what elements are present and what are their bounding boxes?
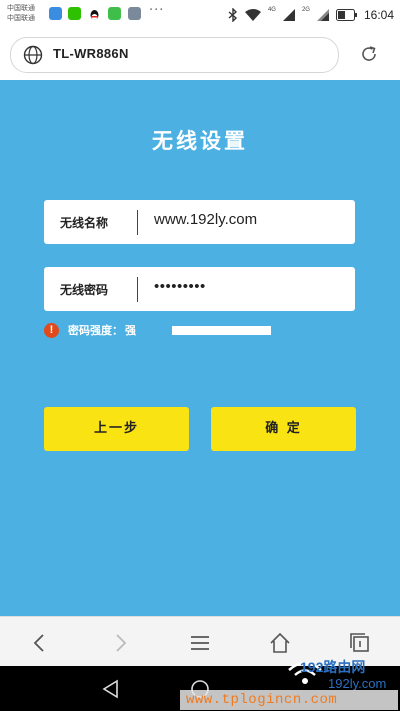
signal-icon-1 xyxy=(282,9,295,21)
warning-icon: ! xyxy=(44,322,59,338)
settings-panel xyxy=(0,80,400,616)
address-bar[interactable]: TL-WR886N xyxy=(10,37,339,73)
notification-app-icon-2 xyxy=(108,7,121,20)
prev-step-button[interactable]: 上一步 xyxy=(44,407,189,451)
more-notifications-icon: ··· xyxy=(149,3,165,18)
watermark-url: www.tplogincn.com xyxy=(186,692,338,708)
network-type-2: 2G xyxy=(301,7,310,13)
signal-icon-2 xyxy=(316,9,329,21)
url-text: TL-WR886N xyxy=(53,46,129,61)
carrier-label: 中国联通 中国联通 xyxy=(7,3,35,23)
carrier-line-1: 中国联通 xyxy=(7,4,35,12)
notification-app-icon xyxy=(49,7,62,20)
ssid-input[interactable] xyxy=(154,211,344,228)
page-title: 无线设置 xyxy=(152,128,248,153)
strength-bar xyxy=(172,326,271,335)
strength-value: 强 xyxy=(125,324,136,337)
reload-icon[interactable] xyxy=(359,44,379,64)
confirm-button[interactable]: 确 定 xyxy=(211,407,356,451)
carrier-line-2: 中国联通 xyxy=(7,14,35,22)
status-bar: 中国联通 中国联通 ··· 4G 2G 16:04 xyxy=(0,0,400,30)
wechat-icon xyxy=(68,7,81,20)
wifi-icon xyxy=(244,9,261,21)
password-strength: ! 密码强度： 强 xyxy=(44,321,136,339)
ssid-label: 无线名称 xyxy=(60,216,109,230)
clock: 16:04 xyxy=(363,8,394,22)
forward-icon[interactable] xyxy=(108,631,132,655)
system-icons: 4G 2G 16:04 xyxy=(228,0,394,30)
gallery-icon xyxy=(128,7,141,20)
system-back-icon[interactable] xyxy=(100,678,122,700)
qq-icon xyxy=(88,7,101,20)
strength-label: 密码强度： xyxy=(68,324,123,337)
password-field: 无线密码 xyxy=(44,267,355,311)
bluetooth-icon xyxy=(228,8,237,22)
home-icon[interactable] xyxy=(268,631,292,655)
watermark-brand: 192路由网 xyxy=(300,659,366,675)
field-divider xyxy=(137,277,138,302)
menu-icon[interactable] xyxy=(188,631,212,655)
password-label: 无线密码 xyxy=(60,283,109,297)
tabs-icon[interactable] xyxy=(348,631,372,655)
network-type-1: 4G xyxy=(267,7,276,13)
ssid-field: 无线名称 xyxy=(44,200,355,244)
globe-icon xyxy=(23,45,43,65)
battery-icon xyxy=(335,9,357,21)
password-input[interactable] xyxy=(154,278,344,295)
watermark-brand-small: 192ly.com xyxy=(328,676,387,691)
field-divider xyxy=(137,210,138,235)
back-icon[interactable] xyxy=(28,631,52,655)
